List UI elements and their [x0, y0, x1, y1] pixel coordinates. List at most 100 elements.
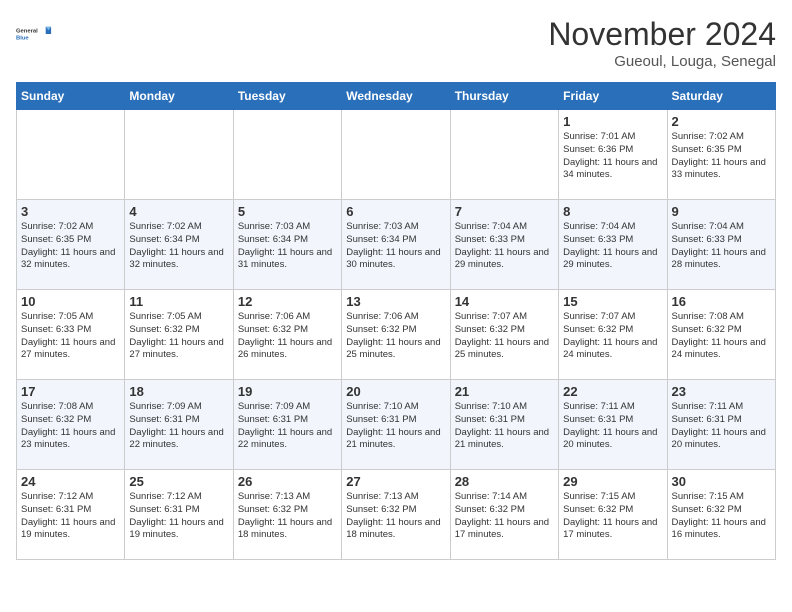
day-info: Sunrise: 7:04 AMSunset: 6:33 PMDaylight:…	[455, 221, 554, 272]
calendar-cell: 17 Sunrise: 7:08 AMSunset: 6:32 PMDayligh…	[17, 380, 125, 470]
calendar-week-2: 3Sunrise: 7:02 AMSunset: 6:35 PMDaylight…	[17, 200, 776, 290]
calendar-cell: 27 Sunrise: 7:13 AMSunset: 6:32 PMDayligh…	[342, 470, 450, 560]
calendar-cell: 15 Sunrise: 7:07 AMSunset: 6:32 PMDayligh…	[559, 290, 667, 380]
day-number: 12	[238, 294, 337, 309]
day-number: 24	[21, 474, 120, 489]
day-number: 29	[563, 474, 662, 489]
day-number: 18	[129, 384, 228, 399]
calendar-week-3: 10 Sunrise: 7:05 AMSunset: 6:33 PMDayligh…	[17, 290, 776, 380]
calendar-cell: 8 Sunrise: 7:04 AMSunset: 6:33 PMDaylight…	[559, 200, 667, 290]
calendar-cell: 9Sunrise: 7:04 AMSunset: 6:33 PMDaylight…	[667, 200, 775, 290]
day-info: Sunrise: 7:08 AMSunset: 6:32 PMDaylight:…	[21, 401, 120, 452]
calendar-cell: 6 Sunrise: 7:03 AMSunset: 6:34 PMDaylight…	[342, 200, 450, 290]
day-info: Sunrise: 7:13 AMSunset: 6:32 PMDaylight:…	[238, 491, 337, 542]
day-number: 6	[346, 204, 445, 219]
calendar-week-4: 17 Sunrise: 7:08 AMSunset: 6:32 PMDayligh…	[17, 380, 776, 470]
day-number: 11	[129, 294, 228, 309]
day-info: Sunrise: 7:05 AMSunset: 6:33 PMDaylight:…	[21, 311, 120, 362]
calendar-cell: 24 Sunrise: 7:12 AMSunset: 6:31 PMDayligh…	[17, 470, 125, 560]
calendar-cell: 18 Sunrise: 7:09 AMSunset: 6:31 PMDayligh…	[125, 380, 233, 470]
weekday-header-wednesday: Wednesday	[342, 83, 450, 110]
day-number: 30	[672, 474, 771, 489]
calendar-cell: 29Sunrise: 7:15 AMSunset: 6:32 PMDayligh…	[559, 470, 667, 560]
header: General Blue November 2024 Gueoul, Louga…	[16, 16, 776, 70]
day-number: 8	[563, 204, 662, 219]
calendar-cell: 12 Sunrise: 7:06 AMSunset: 6:32 PMDayligh…	[233, 290, 341, 380]
calendar-cell: 3Sunrise: 7:02 AMSunset: 6:35 PMDaylight…	[17, 200, 125, 290]
calendar-week-5: 24 Sunrise: 7:12 AMSunset: 6:31 PMDayligh…	[17, 470, 776, 560]
calendar-cell: 19 Sunrise: 7:09 AMSunset: 6:31 PMDayligh…	[233, 380, 341, 470]
day-info: Sunrise: 7:03 AMSunset: 6:34 PMDaylight:…	[238, 221, 337, 272]
day-number: 7	[455, 204, 554, 219]
calendar-cell: 22Sunrise: 7:11 AMSunset: 6:31 PMDayligh…	[559, 380, 667, 470]
title-area: November 2024 Gueoul, Louga, Senegal	[548, 16, 776, 70]
logo-svg: General Blue	[16, 16, 52, 52]
calendar-cell: 25Sunrise: 7:12 AMSunset: 6:31 PMDayligh…	[125, 470, 233, 560]
day-info: Sunrise: 7:13 AMSunset: 6:32 PMDaylight:…	[346, 491, 445, 542]
svg-text:General: General	[16, 29, 38, 35]
calendar-cell: 7 Sunrise: 7:04 AMSunset: 6:33 PMDaylight…	[450, 200, 558, 290]
day-number: 5	[238, 204, 337, 219]
calendar-cell: 26 Sunrise: 7:13 AMSunset: 6:32 PMDayligh…	[233, 470, 341, 560]
weekday-header-row: SundayMondayTuesdayWednesdayThursdayFrid…	[17, 83, 776, 110]
day-info: Sunrise: 7:10 AMSunset: 6:31 PMDaylight:…	[346, 401, 445, 452]
calendar-cell: 21Sunrise: 7:10 AMSunset: 6:31 PMDayligh…	[450, 380, 558, 470]
day-number: 9	[672, 204, 771, 219]
calendar-week-1: 1 Sunrise: 7:01 AMSunset: 6:36 PMDaylight…	[17, 110, 776, 200]
day-number: 3	[21, 204, 120, 219]
weekday-header-saturday: Saturday	[667, 83, 775, 110]
calendar-cell: 11 Sunrise: 7:05 AMSunset: 6:32 PMDayligh…	[125, 290, 233, 380]
day-number: 1	[563, 114, 662, 129]
day-number: 23	[672, 384, 771, 399]
calendar-cell: 14 Sunrise: 7:07 AMSunset: 6:32 PMDayligh…	[450, 290, 558, 380]
calendar-cell: 10 Sunrise: 7:05 AMSunset: 6:33 PMDayligh…	[17, 290, 125, 380]
calendar-cell: 4Sunrise: 7:02 AMSunset: 6:34 PMDaylight…	[125, 200, 233, 290]
day-info: Sunrise: 7:06 AMSunset: 6:32 PMDaylight:…	[238, 311, 337, 362]
day-info: Sunrise: 7:07 AMSunset: 6:32 PMDaylight:…	[455, 311, 554, 362]
calendar-cell: 16Sunrise: 7:08 AMSunset: 6:32 PMDayligh…	[667, 290, 775, 380]
calendar-cell: 28 Sunrise: 7:14 AMSunset: 6:32 PMDayligh…	[450, 470, 558, 560]
logo: General Blue	[16, 16, 52, 52]
calendar-cell	[342, 110, 450, 200]
day-info: Sunrise: 7:06 AMSunset: 6:32 PMDaylight:…	[346, 311, 445, 362]
calendar-cell	[233, 110, 341, 200]
day-number: 4	[129, 204, 228, 219]
calendar-cell	[125, 110, 233, 200]
day-info: Sunrise: 7:04 AMSunset: 6:33 PMDaylight:…	[563, 221, 662, 272]
calendar-cell: 20 Sunrise: 7:10 AMSunset: 6:31 PMDayligh…	[342, 380, 450, 470]
day-number: 20	[346, 384, 445, 399]
day-number: 2	[672, 114, 771, 129]
day-number: 13	[346, 294, 445, 309]
calendar-cell: 2 Sunrise: 7:02 AMSunset: 6:35 PMDaylight…	[667, 110, 775, 200]
calendar-cell: 13 Sunrise: 7:06 AMSunset: 6:32 PMDayligh…	[342, 290, 450, 380]
subtitle: Gueoul, Louga, Senegal	[548, 53, 776, 70]
day-info: Sunrise: 7:12 AMSunset: 6:31 PMDaylight:…	[21, 491, 120, 542]
day-info: Sunrise: 7:02 AMSunset: 6:35 PMDaylight:…	[672, 131, 771, 182]
day-info: Sunrise: 7:09 AMSunset: 6:31 PMDaylight:…	[238, 401, 337, 452]
day-info: Sunrise: 7:05 AMSunset: 6:32 PMDaylight:…	[129, 311, 228, 362]
day-number: 27	[346, 474, 445, 489]
day-number: 19	[238, 384, 337, 399]
day-info: Sunrise: 7:14 AMSunset: 6:32 PMDaylight:…	[455, 491, 554, 542]
weekday-header-thursday: Thursday	[450, 83, 558, 110]
day-number: 28	[455, 474, 554, 489]
day-number: 15	[563, 294, 662, 309]
day-info: Sunrise: 7:15 AMSunset: 6:32 PMDaylight:…	[672, 491, 771, 542]
day-info: Sunrise: 7:12 AMSunset: 6:31 PMDaylight:…	[129, 491, 228, 542]
calendar-cell: 5 Sunrise: 7:03 AMSunset: 6:34 PMDaylight…	[233, 200, 341, 290]
day-info: Sunrise: 7:03 AMSunset: 6:34 PMDaylight:…	[346, 221, 445, 272]
svg-text:Blue: Blue	[16, 35, 29, 41]
weekday-header-tuesday: Tuesday	[233, 83, 341, 110]
day-number: 17	[21, 384, 120, 399]
calendar-cell	[17, 110, 125, 200]
day-info: Sunrise: 7:01 AMSunset: 6:36 PMDaylight:…	[563, 131, 662, 182]
day-number: 10	[21, 294, 120, 309]
calendar-cell	[450, 110, 558, 200]
day-info: Sunrise: 7:07 AMSunset: 6:32 PMDaylight:…	[563, 311, 662, 362]
day-info: Sunrise: 7:09 AMSunset: 6:31 PMDaylight:…	[129, 401, 228, 452]
weekday-header-friday: Friday	[559, 83, 667, 110]
day-number: 26	[238, 474, 337, 489]
weekday-header-monday: Monday	[125, 83, 233, 110]
day-number: 14	[455, 294, 554, 309]
calendar-cell: 1 Sunrise: 7:01 AMSunset: 6:36 PMDaylight…	[559, 110, 667, 200]
